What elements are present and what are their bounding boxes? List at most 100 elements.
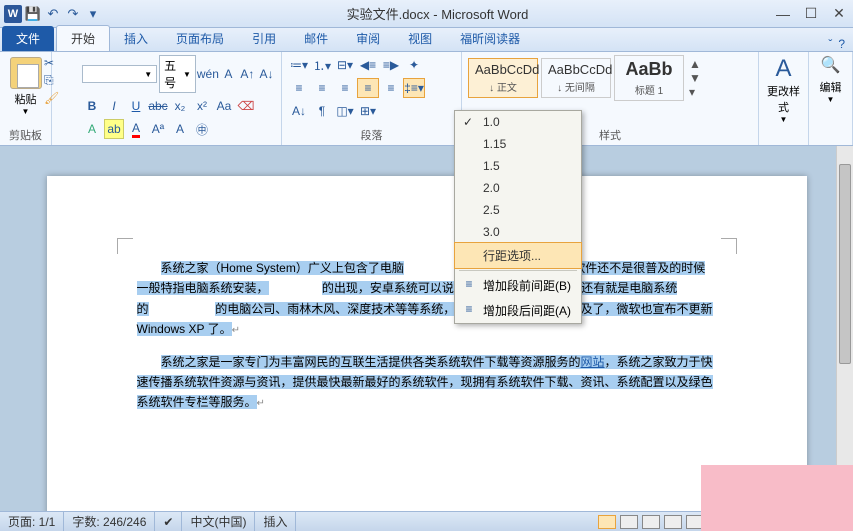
styles-more-icon[interactable]: ▲▼▾: [687, 55, 703, 101]
proofing-icon: ✔: [163, 515, 173, 529]
underline-button[interactable]: U: [126, 96, 146, 116]
spacing-2.0[interactable]: 2.0: [455, 177, 581, 199]
style-heading1[interactable]: AaBb 标题 1: [614, 55, 684, 101]
subscript-button[interactable]: x₂: [170, 96, 190, 116]
tab-insert[interactable]: 插入: [110, 26, 162, 51]
format-painter-icon[interactable]: 🖌: [44, 91, 59, 105]
dropdown-separator: [459, 270, 577, 271]
ribbon-minimize-icon[interactable]: ˇ: [828, 37, 832, 51]
tab-references[interactable]: 引用: [238, 26, 290, 51]
bullets-button[interactable]: ≔▾: [288, 55, 310, 75]
status-proofing[interactable]: ✔: [155, 512, 182, 531]
redo-icon[interactable]: ↷: [64, 5, 82, 23]
tab-file[interactable]: 文件: [2, 26, 54, 51]
help-icon[interactable]: ?: [838, 37, 845, 51]
line-spacing-button[interactable]: ‡≡▾: [403, 78, 425, 98]
multilevel-button[interactable]: ⊟▾: [334, 55, 356, 75]
align-right-button[interactable]: ≡: [334, 78, 356, 98]
document-body[interactable]: 系统之家（Home System）广义上包含了电脑 安装，在之前手机软件还不是很…: [137, 258, 717, 413]
spacing-3.0[interactable]: 3.0: [455, 221, 581, 243]
group-edit-label: 编辑: [815, 79, 846, 95]
window-title: 实验文件.docx - Microsoft Word: [106, 4, 769, 23]
distributed-button[interactable]: ≡: [380, 78, 402, 98]
text-effects-icon[interactable]: A: [82, 119, 102, 139]
margin-marker-tl: [117, 238, 133, 254]
find-button[interactable]: 🔍: [815, 55, 846, 75]
show-marks-button[interactable]: ¶: [311, 101, 333, 121]
group-clipboard-label: 剪贴板: [6, 125, 45, 143]
font-color-icon[interactable]: A: [126, 119, 146, 139]
increase-indent-button[interactable]: ≡▶: [380, 55, 402, 75]
clear-format-button[interactable]: ⌫: [236, 96, 256, 116]
tab-foxit[interactable]: 福昕阅读器: [446, 26, 534, 51]
paste-label: 粘贴: [15, 91, 37, 107]
qat-dropdown-icon[interactable]: ▾: [84, 5, 102, 23]
close-button[interactable]: ✕: [825, 0, 853, 28]
spacing-1.0[interactable]: 1.0: [455, 111, 581, 133]
strike-button[interactable]: abc: [148, 96, 168, 116]
group-paragraph-label: 段落: [288, 125, 455, 143]
minimize-button[interactable]: —: [769, 0, 797, 28]
undo-icon[interactable]: ↶: [44, 5, 62, 23]
scroll-thumb[interactable]: [839, 164, 851, 364]
style-no-spacing[interactable]: AaBbCcDd ↓ 无间隔: [541, 58, 611, 98]
pink-overlay: [701, 465, 853, 531]
align-center-button[interactable]: ≡: [311, 78, 333, 98]
line-spacing-dropdown: 1.0 1.15 1.5 2.0 2.5 3.0 行距选项... ≡增加段前间距…: [454, 110, 582, 324]
shading-button[interactable]: ◫▾: [334, 101, 356, 121]
vertical-scrollbar[interactable]: [836, 146, 853, 511]
word-app-icon: W: [4, 5, 22, 23]
change-styles-button[interactable]: A 更改样式 ▼: [765, 55, 802, 124]
char-border-icon[interactable]: A: [220, 64, 237, 84]
sort-button[interactable]: A↓: [288, 101, 310, 121]
style-normal[interactable]: AaBbCcDd ↓ 正文: [468, 58, 538, 98]
highlight-icon[interactable]: ab: [104, 119, 124, 139]
view-print-layout[interactable]: [598, 515, 616, 529]
website-link[interactable]: 网站: [581, 355, 605, 369]
spacing-1.5[interactable]: 1.5: [455, 155, 581, 177]
tab-review[interactable]: 审阅: [342, 26, 394, 51]
enclosed-char-icon[interactable]: ㊥: [192, 119, 212, 139]
asian-layout-button[interactable]: ✦: [403, 55, 425, 75]
superscript-button[interactable]: x²: [192, 96, 212, 116]
view-full-screen[interactable]: [620, 515, 638, 529]
edit-dropdown-icon[interactable]: ▼: [815, 95, 846, 104]
cut-icon[interactable]: ✂: [44, 56, 59, 70]
line-spacing-options[interactable]: 行距选项...: [454, 242, 582, 269]
font-size-select[interactable]: 五号▼: [159, 55, 196, 93]
font-family-select[interactable]: ▼: [82, 65, 157, 83]
add-space-before[interactable]: ≡增加段前间距(B): [455, 273, 581, 298]
paste-dropdown-icon[interactable]: ▼: [22, 107, 30, 116]
char-shading-icon[interactable]: A: [170, 119, 190, 139]
spacing-1.15[interactable]: 1.15: [455, 133, 581, 155]
char-scale-icon[interactable]: Aª: [148, 119, 168, 139]
add-space-after[interactable]: ≡增加段后间距(A): [455, 298, 581, 323]
spacing-2.5[interactable]: 2.5: [455, 199, 581, 221]
decrease-indent-button[interactable]: ◀≡: [357, 55, 379, 75]
maximize-button[interactable]: ☐: [797, 0, 825, 28]
tab-view[interactable]: 视图: [394, 26, 446, 51]
align-justify-button[interactable]: ≡: [357, 78, 379, 98]
status-page[interactable]: 页面: 1/1: [0, 512, 64, 531]
tab-layout[interactable]: 页面布局: [162, 26, 238, 51]
status-words[interactable]: 字数: 246/246: [64, 512, 155, 531]
space-after-icon: ≡: [461, 302, 477, 316]
change-case-button[interactable]: Aa: [214, 96, 234, 116]
view-outline[interactable]: [664, 515, 682, 529]
tab-home[interactable]: 开始: [56, 25, 110, 51]
phonetic-guide-icon[interactable]: wén: [198, 64, 218, 84]
paste-button[interactable]: 粘贴 ▼: [6, 55, 45, 118]
grow-font-icon[interactable]: A↑: [239, 64, 256, 84]
status-language[interactable]: 中文(中国): [182, 512, 255, 531]
bold-button[interactable]: B: [82, 96, 102, 116]
italic-button[interactable]: I: [104, 96, 124, 116]
shrink-font-icon[interactable]: A↓: [258, 64, 275, 84]
align-left-button[interactable]: ≡: [288, 78, 310, 98]
numbering-button[interactable]: ⒈▾: [311, 55, 333, 75]
tab-mailings[interactable]: 邮件: [290, 26, 342, 51]
borders-button[interactable]: ⊞▾: [357, 101, 379, 121]
status-insert-mode[interactable]: 插入: [255, 512, 296, 531]
copy-icon[interactable]: ⎘: [44, 73, 59, 88]
save-icon[interactable]: 💾: [24, 5, 42, 23]
view-web-layout[interactable]: [642, 515, 660, 529]
